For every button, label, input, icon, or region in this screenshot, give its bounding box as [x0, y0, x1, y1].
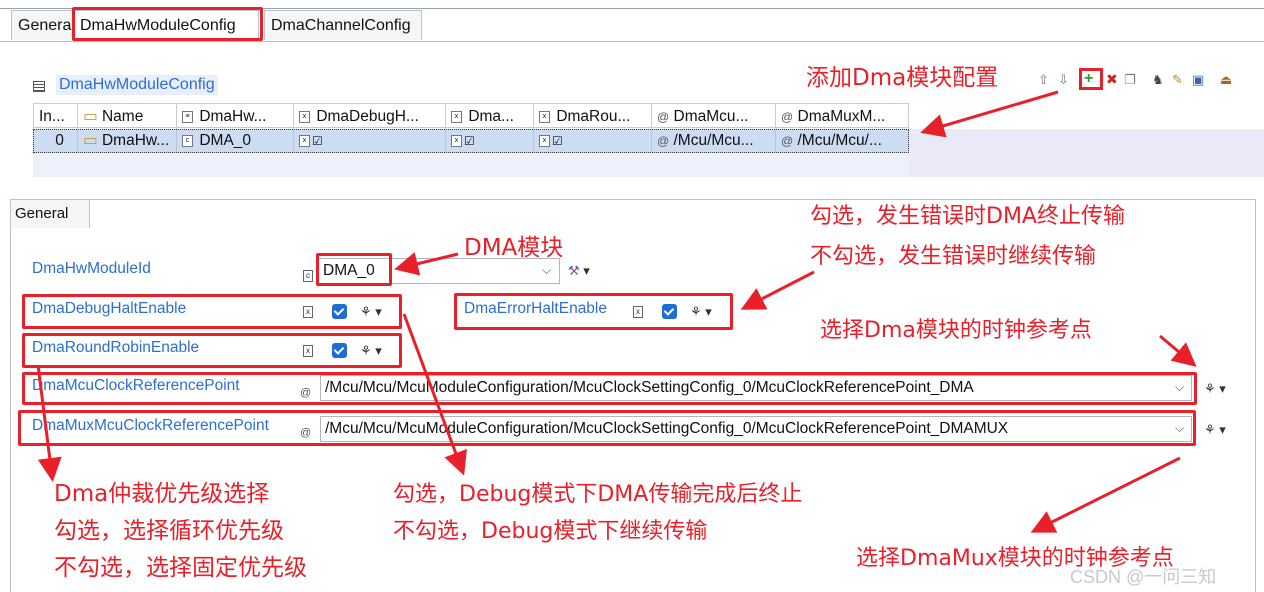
arrow-clock-ref [1159, 334, 1197, 367]
arrow-round-robin [36, 364, 62, 482]
annotation-arrows [36, 90, 1197, 533]
arrow-dma-module [394, 252, 459, 276]
arrow-add-module [920, 90, 1059, 138]
arrow-mux-clock-ref [1030, 456, 1181, 533]
arrow-debug-halt [402, 313, 467, 476]
arrow-error-halt [740, 270, 815, 310]
